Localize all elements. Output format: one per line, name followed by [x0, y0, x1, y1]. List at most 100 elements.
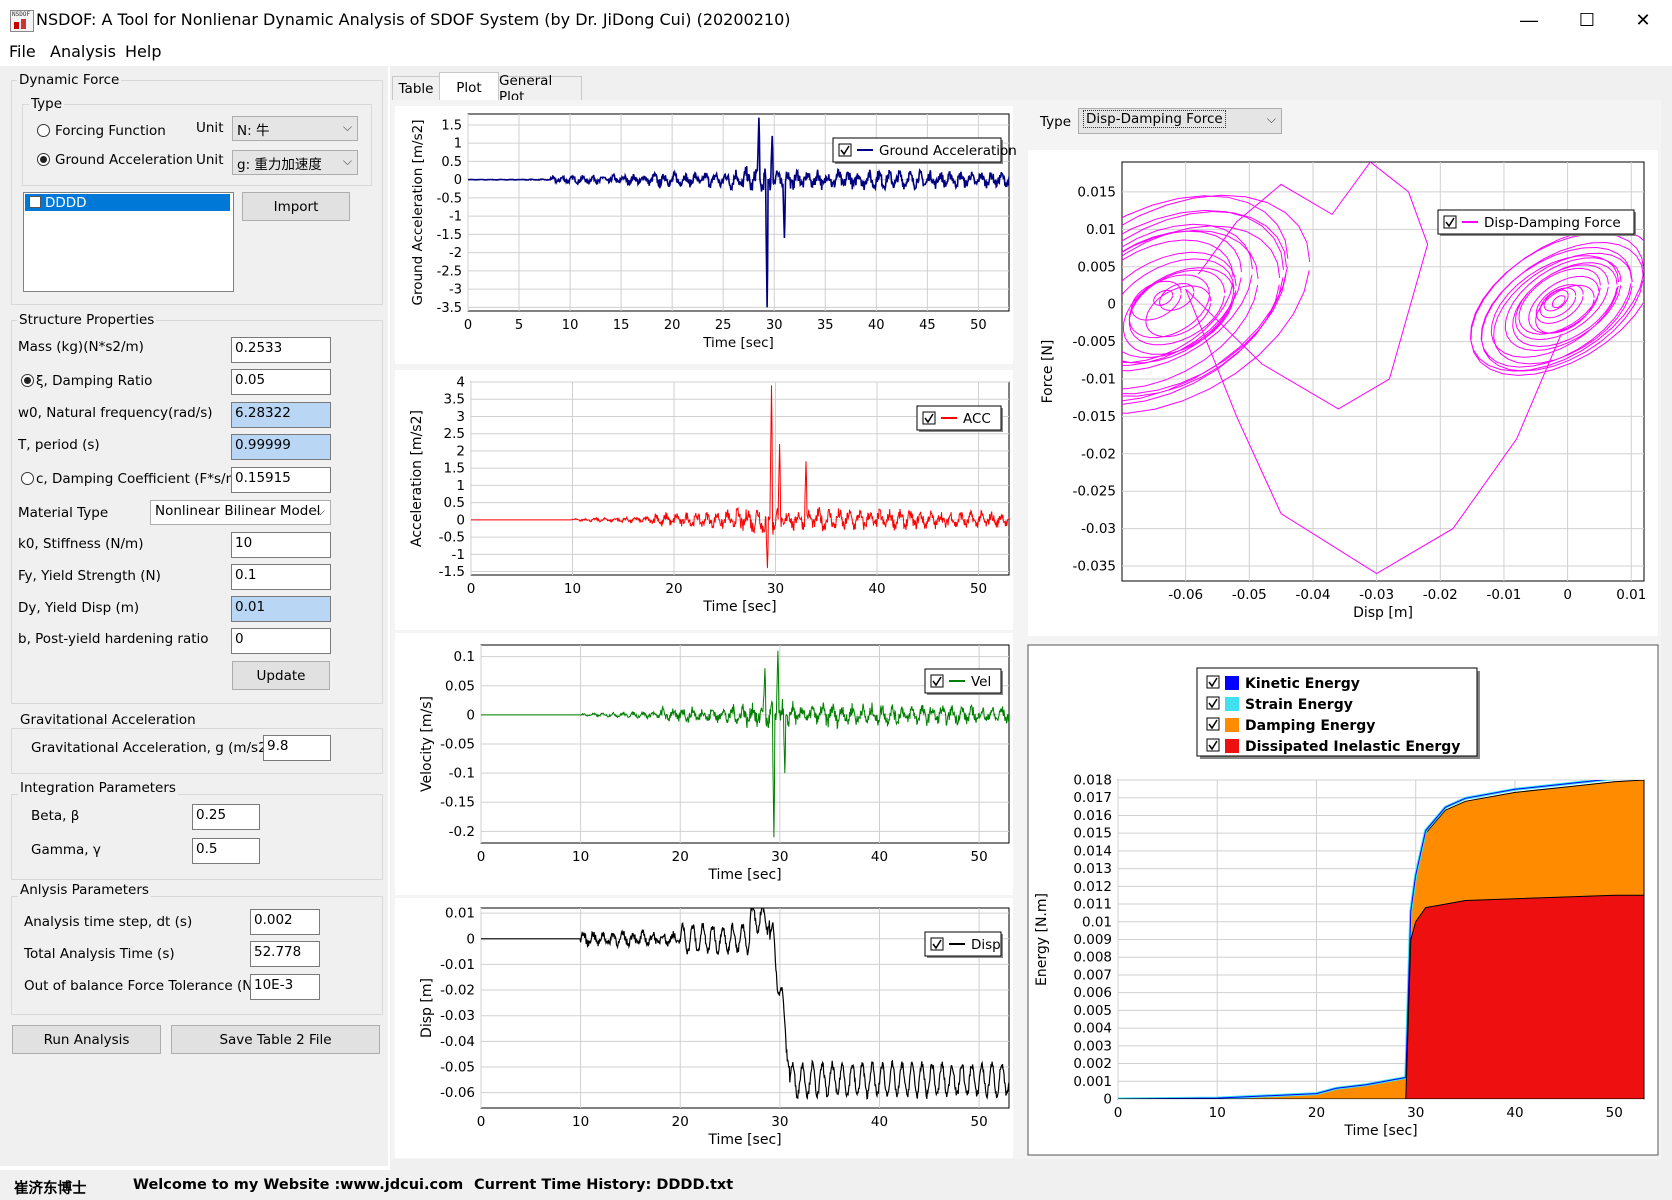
chart-4: -0.06 -0.05 -0.04 -0.03 -0.02 -0.01 0 0.01 0.015… [1028, 150, 1658, 636]
x-tick-label: 30 [771, 849, 788, 865]
y-tick-label: -0.03 [1081, 521, 1116, 537]
y-tick-label: 0.013 [1073, 861, 1112, 877]
x-tick-label: 5 [515, 318, 523, 333]
y-tick-label: 0.015 [1073, 826, 1112, 842]
x-tick-label: 0 [1563, 587, 1572, 603]
legend-label: Ground Acceleration [879, 143, 1017, 159]
status-author: 崔济东博士 [14, 1181, 87, 1197]
x-tick-label: 10 [562, 318, 579, 333]
x-tick-label: 20 [1308, 1105, 1325, 1121]
x-axis-label: Time [sec] [707, 1132, 781, 1148]
y-tick-label: 0.01 [1086, 222, 1116, 238]
y-tick-label: 0.017 [1073, 790, 1112, 806]
chart-5: 0 10 20 30 40 50 0.0180.017 0.016 0.0150.014 0.01… [1027, 644, 1659, 1156]
x-tick-label: 50 [971, 849, 988, 865]
x-tick-label: 35 [817, 318, 834, 333]
x-tick-label: 0.01 [1616, 587, 1646, 603]
x-tick-label: 45 [919, 318, 936, 333]
y-tick-label: 0.005 [1077, 259, 1116, 275]
status-history: Current Time History: DDDD.txt [474, 1177, 734, 1193]
x-tick-label: 10 [572, 849, 589, 865]
y-tick-label: 0.011 [1073, 897, 1112, 913]
y-tick-label: 0.009 [1073, 932, 1112, 948]
x-tick-label: 50 [971, 1114, 988, 1130]
legend-label: Dissipated Inelastic Energy [1245, 739, 1460, 755]
y-tick-label: -0.15 [440, 795, 475, 811]
y-tick-label: 0.002 [1073, 1056, 1112, 1072]
x-axis-label: Disp [m] [1353, 605, 1413, 621]
x-tick-label: -0.03 [1359, 587, 1394, 603]
y-tick-label: 0 [456, 512, 465, 528]
y-tick-label: 3.5 [444, 392, 465, 408]
y-tick-label: 0.005 [1073, 1003, 1112, 1019]
x-tick-label: 30 [771, 1114, 788, 1130]
x-tick-label: 50 [1606, 1105, 1623, 1121]
legend-checkbox [930, 937, 944, 951]
y-tick-label: 0 [1103, 1092, 1112, 1108]
x-tick-label: 30 [767, 581, 784, 597]
x-tick-label: 40 [871, 1114, 888, 1130]
y-tick-label: 4 [456, 375, 465, 391]
y-tick-label: 1 [454, 137, 462, 152]
y-tick-label: 2 [456, 443, 465, 459]
x-tick-label: 10 [1209, 1105, 1226, 1121]
legend-label: Disp-Damping Force [1484, 215, 1621, 231]
legend-swatch [1225, 718, 1239, 732]
y-tick-label: -3.5 [437, 301, 462, 316]
y-tick-label: -0.5 [439, 530, 465, 546]
chart-2: 0 10 20 30 40 50 0.1 0.05 0 -0.05 -0.1 -0.15 -0.2 Tim… [395, 633, 1013, 895]
x-tick-label: 0 [464, 318, 472, 333]
y-tick-label: -0.03 [440, 1008, 475, 1024]
legend-swatch [1225, 676, 1239, 690]
x-tick-label: 20 [665, 581, 682, 597]
legend-checkbox [1206, 696, 1220, 710]
y-tick-label: -1 [449, 210, 462, 225]
x-axis-label: Time [sec] [707, 867, 781, 883]
x-tick-label: -0.06 [1168, 587, 1203, 603]
y-axis-label: Acceleration [m/s2] [409, 410, 425, 547]
x-axis-label: Time [sec] [702, 599, 776, 615]
y-tick-label: 0.008 [1073, 950, 1112, 966]
legend-label: ACC [963, 411, 991, 427]
y-tick-label: 0.006 [1073, 985, 1112, 1001]
x-tick-label: 0 [477, 849, 486, 865]
legend-label: Strain Energy [1245, 697, 1353, 713]
legend-checkbox [930, 674, 944, 688]
x-tick-label: 0 [477, 1114, 486, 1130]
x-tick-label: 40 [1506, 1105, 1523, 1121]
x-tick-label: 0 [1114, 1105, 1123, 1121]
status-website-link[interactable]: www.jdcui.com [340, 1177, 463, 1193]
y-tick-label: 0.007 [1073, 967, 1112, 983]
y-tick-label: 0.003 [1073, 1038, 1112, 1054]
charts-svg: 0 5 10 15 20 25 30 35 40 45 501.510.50-0.5-1-1.5-2… [395, 106, 1659, 1158]
y-tick-label: 2.5 [444, 426, 465, 442]
x-tick-label: 50 [970, 318, 987, 333]
y-tick-label: -0.1 [449, 766, 475, 782]
y-axis-label: Disp [m] [419, 978, 435, 1038]
y-tick-label: 0.018 [1073, 773, 1112, 789]
x-tick-label: 10 [572, 1114, 589, 1130]
legend-label: Vel [971, 674, 991, 690]
chart-0: 0 5 10 15 20 25 30 35 40 45 50 1.5 1 0.5 0 -0.5 -1 -1.5 -2… [395, 106, 1017, 364]
legend-label: Kinetic Energy [1245, 676, 1360, 692]
y-tick-label: 0.1 [454, 649, 475, 665]
legend-checkbox [838, 143, 852, 157]
x-tick-label: 30 [1407, 1105, 1424, 1121]
y-axis-label: Force [N] [1040, 340, 1056, 404]
x-tick-label: 10 [564, 581, 581, 597]
x-axis-label: Time [sec] [1343, 1123, 1417, 1139]
x-tick-label: -0.04 [1296, 587, 1331, 603]
legend-label: Disp [971, 937, 1001, 953]
y-tick-label: -1.5 [439, 564, 465, 580]
y-tick-label: -0.01 [1081, 371, 1116, 387]
x-tick-label: 20 [672, 849, 689, 865]
y-tick-label: 1.5 [441, 118, 462, 133]
y-tick-label: -0.02 [1081, 446, 1116, 462]
x-tick-label: -0.01 [1486, 587, 1521, 603]
y-tick-label: -0.025 [1072, 484, 1116, 500]
y-tick-label: -0.005 [1072, 334, 1116, 350]
y-tick-label: 0.012 [1073, 879, 1112, 895]
y-tick-label: -0.06 [440, 1085, 475, 1101]
x-tick-label: -0.02 [1423, 587, 1458, 603]
legend-checkbox [922, 411, 936, 425]
